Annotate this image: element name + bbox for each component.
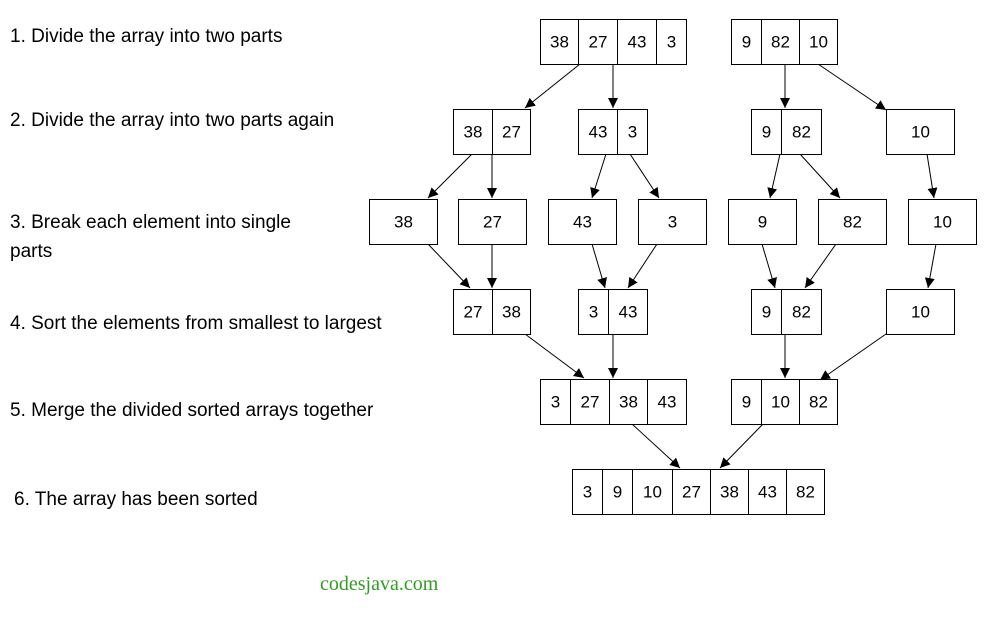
arrow	[761, 243, 777, 289]
cell-value: 9	[762, 123, 771, 142]
arrow	[524, 333, 585, 379]
cell-value: 38	[502, 303, 521, 322]
cell-value: 82	[796, 483, 815, 502]
array-l6: 3 9 10 27 38 43 82	[572, 469, 825, 515]
cell-value: 10	[911, 123, 930, 142]
cell-value: 43	[619, 303, 638, 322]
step-label-4: 4. Sort the elements from smallest to la…	[10, 313, 382, 334]
step-label-3: 3. Break each element into single	[10, 212, 291, 233]
cell-value: 9	[742, 393, 751, 412]
cell-value: 10	[809, 33, 828, 52]
array-l2a: 38 27	[453, 109, 531, 155]
cell-value: 9	[742, 33, 751, 52]
arrow	[819, 333, 887, 381]
array-l2b: 43 3	[578, 109, 648, 155]
array-l3g: 10	[908, 199, 977, 245]
cell-value: 43	[658, 393, 677, 412]
arrow	[767, 153, 781, 199]
arrow	[591, 243, 607, 289]
cell-value: 43	[628, 33, 647, 52]
cell-value: 43	[589, 123, 608, 142]
arrow	[719, 423, 764, 469]
step-label-2: 2. Divide the array into two parts again	[10, 110, 334, 131]
array-l4d: 10	[886, 289, 955, 335]
cell-value: 3	[583, 483, 592, 502]
cell-value: 27	[589, 33, 608, 52]
cell-value: 82	[843, 213, 862, 232]
arrow	[524, 63, 581, 109]
cell-value: 82	[809, 393, 828, 412]
arrow	[799, 153, 841, 199]
cell-value: 82	[792, 123, 811, 142]
step-labels: 1. Divide the array into two parts 2. Div…	[10, 26, 382, 510]
cell-value: 9	[762, 303, 771, 322]
array-l2c: 9 82	[751, 109, 822, 155]
arrow	[627, 243, 658, 289]
cell-value: 3	[551, 393, 560, 412]
cell-value: 9	[613, 483, 622, 502]
cell-value: 38	[619, 393, 638, 412]
cell-value: 38	[550, 33, 569, 52]
arrow	[926, 153, 938, 199]
cell-value: 10	[771, 393, 790, 412]
arrow	[924, 243, 937, 289]
step-label-5: 5. Merge the divided sorted arrays toget…	[10, 400, 374, 421]
array-l3e: 9	[728, 199, 797, 245]
arrow	[629, 153, 660, 199]
cell-value: 10	[933, 213, 952, 232]
cell-value: 43	[573, 213, 592, 232]
array-l3f: 82	[818, 199, 887, 245]
array-l3a: 38	[369, 199, 438, 245]
cell-value: 27	[483, 213, 502, 232]
arrow	[427, 153, 473, 199]
step-label-1: 1. Divide the array into two parts	[10, 26, 282, 47]
cell-value: 27	[464, 303, 483, 322]
array-l5b: 9 10 82	[731, 379, 838, 425]
arrow	[631, 423, 681, 469]
cell-value: 3	[668, 213, 677, 232]
cell-value: 27	[502, 123, 521, 142]
array-l4c: 9 82	[751, 289, 822, 335]
cell-value: 9	[758, 213, 767, 232]
array-boxes: 38 27 43 3 9 82 1038 27 43 3 9 82 1038 27 43 3 9 82 1027 38…	[369, 19, 977, 515]
arrow	[590, 153, 607, 199]
cell-value: 38	[720, 483, 739, 502]
array-l3b: 27	[458, 199, 527, 245]
step-label-3-line-2: parts	[10, 241, 52, 262]
arrow	[427, 243, 471, 289]
merge-sort-diagram: 1. Divide the array into two parts 2. Div…	[10, 19, 977, 595]
array-l5a: 3 27 38 43	[540, 379, 687, 425]
array-l2d: 10	[886, 109, 955, 155]
cell-value: 10	[911, 303, 930, 322]
cell-value: 10	[643, 483, 662, 502]
array-l1a: 38 27 43 3	[540, 19, 687, 65]
watermark-text: codesjava.com	[320, 573, 439, 595]
array-l1b: 9 82 10	[731, 19, 838, 65]
cell-value: 27	[581, 393, 600, 412]
cell-value: 3	[628, 123, 637, 142]
arrow	[817, 63, 887, 111]
cell-value: 38	[464, 123, 483, 142]
array-l3c: 43	[548, 199, 617, 245]
cell-value: 3	[589, 303, 598, 322]
cell-value: 82	[792, 303, 811, 322]
arrow	[804, 243, 837, 289]
cell-value: 43	[758, 483, 777, 502]
cell-value: 3	[667, 33, 676, 52]
cell-value: 27	[682, 483, 701, 502]
cell-value: 38	[394, 213, 413, 232]
array-l4a: 27 38	[453, 289, 531, 335]
array-l3d: 3	[638, 199, 707, 245]
array-l4b: 3 43	[578, 289, 648, 335]
cell-value: 82	[771, 33, 790, 52]
step-label-6: 6. The array has been sorted	[14, 489, 258, 510]
